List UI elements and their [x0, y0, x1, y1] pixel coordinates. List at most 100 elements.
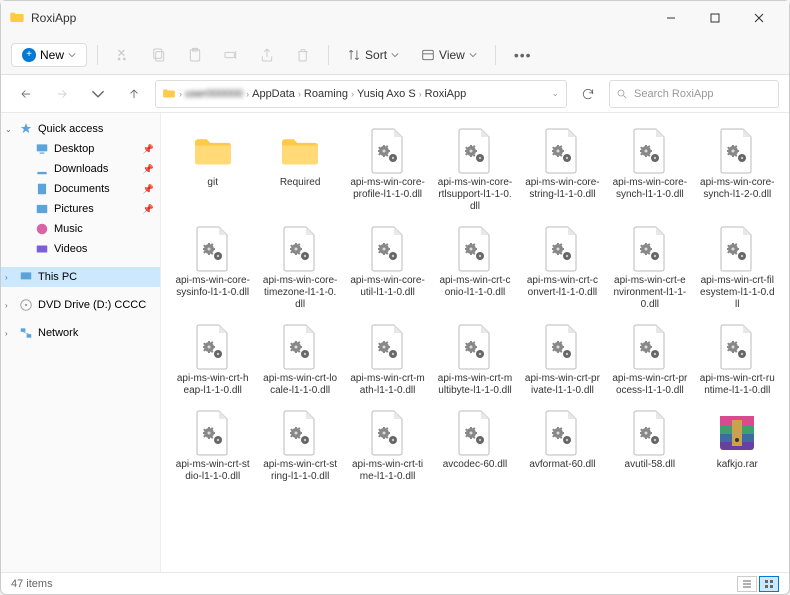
- breadcrumb-item[interactable]: Roaming: [304, 88, 348, 100]
- dll-icon: [630, 323, 670, 371]
- up-button[interactable]: [119, 79, 149, 109]
- file-item[interactable]: api-ms-win-crt-runtime-l1-1-0.dll: [696, 319, 779, 401]
- close-button[interactable]: [737, 3, 781, 33]
- dll-icon: [630, 225, 670, 273]
- breadcrumb-item[interactable]: user000000: [185, 88, 243, 100]
- dll-icon: [455, 225, 495, 273]
- breadcrumb-item[interactable]: Yusiq Axo S: [357, 88, 416, 100]
- file-label: api-ms-win-crt-conio-l1-1-0.dll: [437, 275, 512, 299]
- file-item[interactable]: api-ms-win-core-timezone-l1-1-0.dll: [258, 221, 341, 315]
- pictures-icon: [35, 202, 49, 216]
- file-item[interactable]: api-ms-win-crt-filesystem-l1-1-0.dll: [696, 221, 779, 315]
- file-label: api-ms-win-crt-math-l1-1-0.dll: [350, 373, 425, 397]
- download-icon: [35, 162, 49, 176]
- sidebar-documents[interactable]: Documents📌: [1, 179, 160, 199]
- forward-button[interactable]: [47, 79, 77, 109]
- delete-button[interactable]: [288, 40, 318, 70]
- sort-button[interactable]: Sort: [339, 44, 407, 66]
- cut-button[interactable]: [108, 40, 138, 70]
- file-item[interactable]: api-ms-win-crt-process-l1-1-0.dll: [608, 319, 691, 401]
- item-count: 47 items: [11, 578, 53, 590]
- file-label: api-ms-win-core-synch-l1-1-0.dll: [612, 177, 687, 201]
- file-item[interactable]: api-ms-win-crt-locale-l1-1-0.dll: [258, 319, 341, 401]
- back-button[interactable]: [11, 79, 41, 109]
- folder-item[interactable]: Required: [258, 123, 341, 217]
- file-item[interactable]: api-ms-win-crt-environment-l1-1-0.dll: [608, 221, 691, 315]
- file-item[interactable]: api-ms-win-core-rtlsupport-l1-1-0.dll: [433, 123, 516, 217]
- file-label: api-ms-win-crt-multibyte-l1-1-0.dll: [437, 373, 512, 397]
- file-item[interactable]: api-ms-win-crt-private-l1-1-0.dll: [521, 319, 604, 401]
- sidebar-pictures[interactable]: Pictures📌: [1, 199, 160, 219]
- chevron-right-icon: ›: [351, 89, 354, 99]
- breadcrumb-item[interactable]: AppData: [252, 88, 295, 100]
- file-item[interactable]: api-ms-win-crt-time-l1-1-0.dll: [346, 405, 429, 487]
- paste-button[interactable]: [180, 40, 210, 70]
- file-item[interactable]: api-ms-win-core-profile-l1-1-0.dll: [346, 123, 429, 217]
- dll-icon: [368, 323, 408, 371]
- chevron-right-icon: ›: [5, 301, 8, 310]
- file-label: kafkjo.rar: [717, 459, 758, 471]
- chevron-right-icon: ›: [298, 89, 301, 99]
- maximize-button[interactable]: [693, 3, 737, 33]
- file-item[interactable]: avutil-58.dll: [608, 405, 691, 487]
- file-item[interactable]: api-ms-win-core-sysinfo-l1-1-0.dll: [171, 221, 254, 315]
- pin-icon: 📌: [143, 184, 154, 195]
- more-button[interactable]: •••: [506, 47, 540, 63]
- file-item[interactable]: api-ms-win-crt-conio-l1-1-0.dll: [433, 221, 516, 315]
- view-button[interactable]: View: [413, 44, 485, 66]
- dll-icon: [542, 323, 582, 371]
- chevron-down-icon[interactable]: ⌄: [551, 88, 559, 99]
- chevron-down-icon: ⌄: [5, 125, 12, 134]
- file-item[interactable]: api-ms-win-crt-multibyte-l1-1-0.dll: [433, 319, 516, 401]
- file-item[interactable]: api-ms-win-crt-convert-l1-1-0.dll: [521, 221, 604, 315]
- file-item[interactable]: api-ms-win-crt-math-l1-1-0.dll: [346, 319, 429, 401]
- file-item[interactable]: api-ms-win-core-string-l1-1-0.dll: [521, 123, 604, 217]
- file-label: api-ms-win-crt-private-l1-1-0.dll: [525, 373, 600, 397]
- file-item[interactable]: api-ms-win-crt-stdio-l1-1-0.dll: [171, 405, 254, 487]
- file-item[interactable]: api-ms-win-core-synch-l1-2-0.dll: [696, 123, 779, 217]
- file-item[interactable]: avformat-60.dll: [521, 405, 604, 487]
- rar-icon: [716, 412, 758, 454]
- sidebar-desktop[interactable]: Desktop📌: [1, 139, 160, 159]
- file-item[interactable]: api-ms-win-core-util-l1-1-0.dll: [346, 221, 429, 315]
- details-view-button[interactable]: [737, 576, 757, 592]
- chevron-right-icon: ›: [5, 329, 8, 338]
- copy-button[interactable]: [144, 40, 174, 70]
- pc-icon: [19, 270, 33, 284]
- dll-icon: [455, 409, 495, 457]
- file-item[interactable]: api-ms-win-crt-heap-l1-1-0.dll: [171, 319, 254, 401]
- file-item[interactable]: api-ms-win-core-synch-l1-1-0.dll: [608, 123, 691, 217]
- file-label: api-ms-win-crt-runtime-l1-1-0.dll: [700, 373, 775, 397]
- sidebar-videos[interactable]: Videos: [1, 239, 160, 259]
- rename-button[interactable]: [216, 40, 246, 70]
- sidebar-downloads[interactable]: Downloads📌: [1, 159, 160, 179]
- breadcrumb[interactable]: › user000000 › AppData › Roaming › Yusiq…: [155, 80, 567, 108]
- sidebar-this-pc[interactable]: ›This PC: [1, 267, 160, 287]
- recent-button[interactable]: [83, 79, 113, 109]
- minimize-button[interactable]: [649, 3, 693, 33]
- window-title: RoxiApp: [31, 11, 649, 25]
- search-icon: [616, 88, 628, 100]
- file-item[interactable]: api-ms-win-crt-string-l1-1-0.dll: [258, 405, 341, 487]
- file-label: api-ms-win-crt-time-l1-1-0.dll: [350, 459, 425, 483]
- folder-item[interactable]: git: [171, 123, 254, 217]
- icons-view-button[interactable]: [759, 576, 779, 592]
- network-icon: [19, 326, 33, 340]
- status-bar: 47 items: [1, 572, 789, 594]
- chevron-right-icon: ›: [179, 89, 182, 99]
- refresh-button[interactable]: [573, 87, 603, 101]
- dll-icon: [630, 409, 670, 457]
- sidebar-dvd[interactable]: ›DVD Drive (D:) CCCC: [1, 295, 160, 315]
- dll-icon: [542, 409, 582, 457]
- sidebar-quick-access[interactable]: ⌄Quick access: [1, 119, 160, 139]
- sidebar-network[interactable]: ›Network: [1, 323, 160, 343]
- file-item[interactable]: kafkjo.rar: [696, 405, 779, 487]
- new-button[interactable]: + New: [11, 43, 87, 67]
- file-label: Required: [280, 177, 321, 189]
- pin-icon: 📌: [143, 164, 154, 175]
- search-input[interactable]: Search RoxiApp: [609, 80, 779, 108]
- file-item[interactable]: avcodec-60.dll: [433, 405, 516, 487]
- breadcrumb-item[interactable]: RoxiApp: [425, 88, 467, 100]
- sidebar-music[interactable]: Music: [1, 219, 160, 239]
- share-button[interactable]: [252, 40, 282, 70]
